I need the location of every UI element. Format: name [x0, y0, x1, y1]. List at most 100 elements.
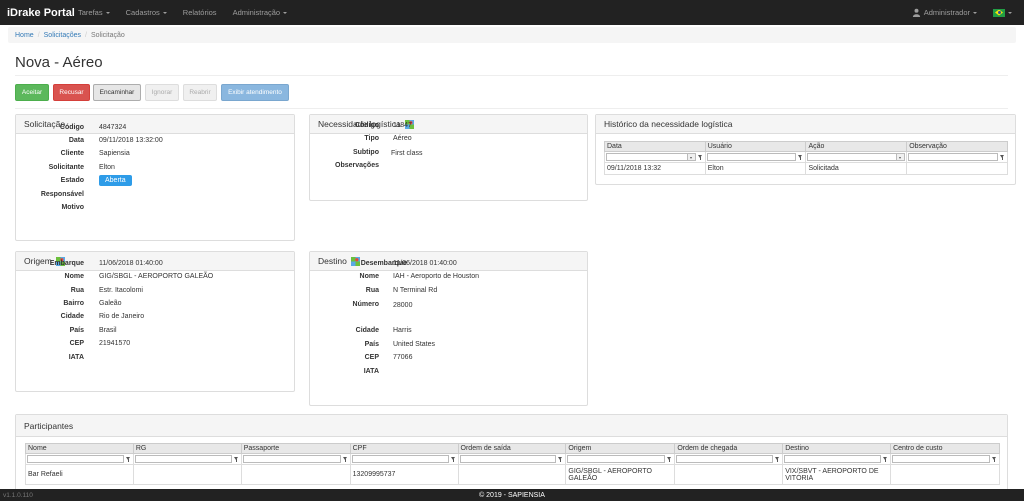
value-rua: Estr. Itacolomi: [99, 287, 143, 294]
column-header-usuario[interactable]: Usuário: [704, 141, 807, 152]
cell: Elton: [704, 162, 807, 175]
ignore-button[interactable]: Ignorar: [145, 84, 179, 101]
value-bairro: Galeão: [99, 300, 122, 307]
label-nome: Nome: [64, 273, 84, 280]
label-estado: Estado: [60, 177, 84, 184]
filter-input[interactable]: [606, 153, 688, 161]
filter-icon[interactable]: [697, 153, 704, 161]
label-rua: Rua: [70, 287, 84, 294]
column-header-cpf[interactable]: CPF: [349, 443, 459, 454]
column-header-origem[interactable]: Origem: [565, 443, 676, 454]
necessidade-panel: Necessidade logística Código 11847 Tipo …: [309, 114, 588, 201]
filter-cell: [906, 151, 1008, 163]
participantes-table: Nome RG Passaporte CPF Ordem de saída Or…: [25, 443, 1000, 485]
filter-cell: [132, 453, 242, 465]
chevron-down-icon: [105, 11, 110, 14]
filter-input[interactable]: [908, 153, 998, 161]
breadcrumb-solicitacoes[interactable]: Solicitações: [44, 32, 81, 39]
value-data: 09/11/2018 13:32:00: [99, 137, 163, 144]
filter-icon[interactable]: [882, 455, 889, 463]
filter-cell: [240, 453, 351, 465]
cell: Bar Refaeli: [25, 464, 134, 485]
value-numero: 28000: [393, 302, 413, 309]
filter-icon[interactable]: [342, 455, 349, 463]
filter-icon[interactable]: [125, 455, 132, 463]
label-cidade: Cidade: [355, 327, 379, 334]
nav-tarefas[interactable]: Tarefas: [78, 8, 110, 17]
brand-logo[interactable]: iDrake Portal: [0, 7, 78, 19]
filter-input[interactable]: [351, 455, 449, 463]
filter-cell: [565, 453, 676, 465]
filter-icon[interactable]: [666, 455, 673, 463]
chevron-down-icon: [283, 11, 288, 14]
nav-relatorios[interactable]: Relatórios: [183, 8, 217, 17]
brazil-flag-icon[interactable]: [993, 8, 1005, 17]
column-header-destino[interactable]: Destino: [782, 443, 892, 454]
value-pais: Brasil: [99, 327, 117, 334]
value-cidade: Harris: [393, 327, 412, 334]
solicitacao-panel: Solicitação Código 4847324 Data 09/11/20…: [15, 114, 295, 241]
filter-input[interactable]: [27, 455, 124, 463]
value-rua: N Terminal Rd: [393, 287, 438, 294]
forward-button[interactable]: Encaminhar: [93, 84, 141, 101]
label-solicitante: Solicitante: [48, 164, 84, 171]
column-header-passaporte[interactable]: Passaporte: [240, 443, 351, 454]
filter-input[interactable]: [567, 455, 666, 463]
reopen-button[interactable]: Reabrir: [183, 84, 217, 101]
nav-administracao[interactable]: Administração: [233, 8, 288, 17]
filter-input[interactable]: [784, 455, 882, 463]
filter-icon[interactable]: [450, 455, 457, 463]
value-cep: 21941570: [99, 340, 131, 347]
label-iata: IATA: [68, 354, 84, 361]
filter-cell: [25, 453, 134, 465]
column-header-ordem-saida[interactable]: Ordem de saída: [457, 443, 567, 454]
label-codigo: Código: [354, 122, 379, 129]
filter-cell: [604, 151, 706, 163]
value-codigo: 4847324: [99, 124, 127, 131]
column-header-rg[interactable]: RG: [132, 443, 242, 454]
label-tipo: Tipo: [364, 135, 379, 142]
table-row[interactable]: 09/11/2018 13:32 Elton Solicitada: [604, 162, 1008, 175]
filter-icon[interactable]: [774, 455, 781, 463]
label-motivo: Motivo: [61, 204, 84, 211]
table-row[interactable]: Bar Refaeli 13209995737 GIG/SBGL - AEROP…: [25, 464, 1000, 485]
copyright: © 2019 - SAPIENSIA: [479, 491, 545, 499]
dropdown-icon[interactable]: [897, 153, 906, 161]
filter-icon[interactable]: [991, 455, 998, 463]
filter-icon[interactable]: [999, 153, 1006, 161]
filter-input[interactable]: [134, 455, 232, 463]
show-attendance-button[interactable]: Exibir atendimento: [221, 84, 289, 101]
divider: [15, 75, 1008, 76]
value-cep: 77066: [393, 354, 413, 361]
user-menu[interactable]: Administrador: [924, 8, 970, 17]
breadcrumb-home[interactable]: Home: [15, 32, 34, 39]
filter-cell: [674, 453, 784, 465]
filter-input[interactable]: [676, 455, 774, 463]
participantes-panel: Participantes Nome RG Passaporte CPF Ord…: [15, 414, 1008, 494]
dropdown-icon[interactable]: [687, 153, 696, 161]
label-codigo: Código: [59, 124, 84, 131]
column-header-nome[interactable]: Nome: [25, 443, 134, 454]
filter-icon[interactable]: [557, 455, 564, 463]
nav-cadastros[interactable]: Cadastros: [126, 8, 167, 17]
filter-input[interactable]: [242, 455, 341, 463]
reject-button[interactable]: Recusar: [53, 84, 90, 101]
filter-input[interactable]: [459, 455, 557, 463]
label-data: Data: [68, 137, 84, 144]
chevron-down-icon: [162, 11, 167, 14]
label-pais: País: [69, 327, 84, 334]
filter-icon[interactable]: [233, 455, 240, 463]
filter-icon[interactable]: [797, 153, 804, 161]
column-header-data[interactable]: Data: [604, 141, 706, 152]
accept-button[interactable]: Aceitar: [15, 84, 49, 101]
value-nome: IAH - Aeroporto de Houston: [393, 273, 479, 280]
column-header-centro-custo[interactable]: Centro de custo: [890, 443, 1000, 454]
value-desembarque: 11/06/2018 01:40:00: [393, 260, 457, 267]
filter-input[interactable]: [706, 153, 797, 161]
column-header-observacao[interactable]: Observação: [906, 141, 1008, 152]
filter-input[interactable]: [807, 153, 898, 161]
value-embarque: 11/06/2018 01:40:00: [99, 260, 163, 267]
filter-input[interactable]: [892, 455, 990, 463]
column-header-acao[interactable]: Ação: [805, 141, 908, 152]
column-header-ordem-chegada[interactable]: Ordem de chegada: [674, 443, 784, 454]
